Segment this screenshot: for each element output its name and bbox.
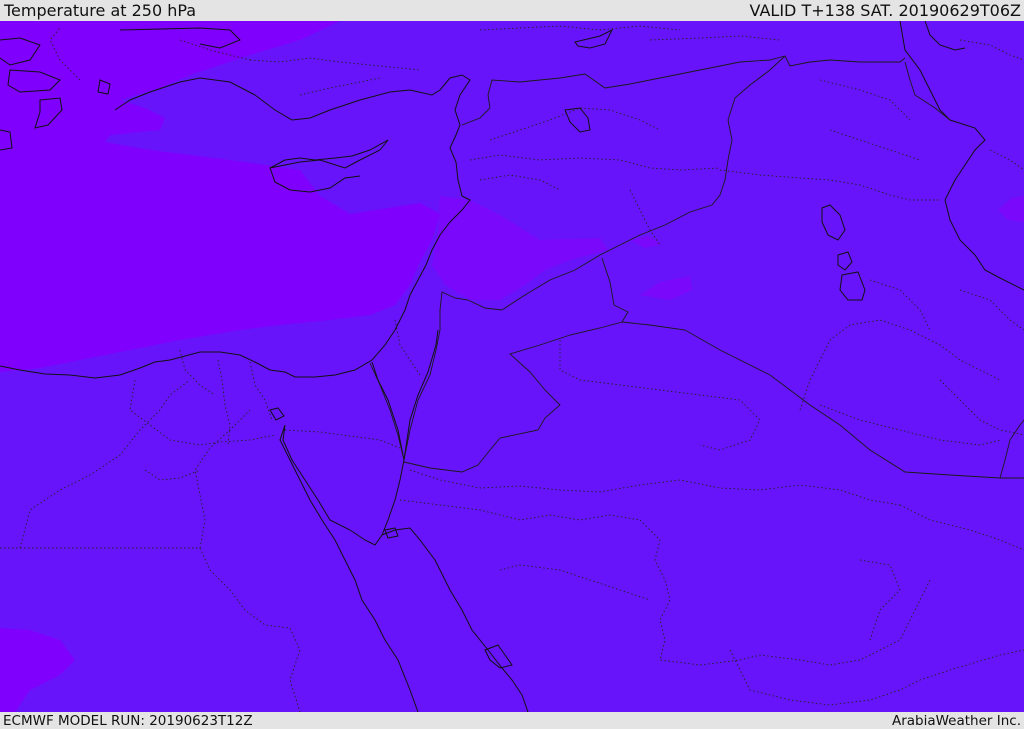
valid-time: VALID T+138 SAT. 20190629T06Z bbox=[749, 1, 1021, 20]
map-title: Temperature at 250 hPa bbox=[4, 1, 197, 20]
map-header: Temperature at 250 hPa VALID T+138 SAT. … bbox=[0, 0, 1024, 21]
map-footer: ECMWF MODEL RUN: 20190623T12Z ArabiaWeat… bbox=[0, 712, 1024, 729]
credit-text: ArabiaWeather Inc. bbox=[891, 712, 1021, 729]
model-run: ECMWF MODEL RUN: 20190623T12Z bbox=[3, 712, 253, 729]
temperature-map bbox=[0, 21, 1024, 712]
